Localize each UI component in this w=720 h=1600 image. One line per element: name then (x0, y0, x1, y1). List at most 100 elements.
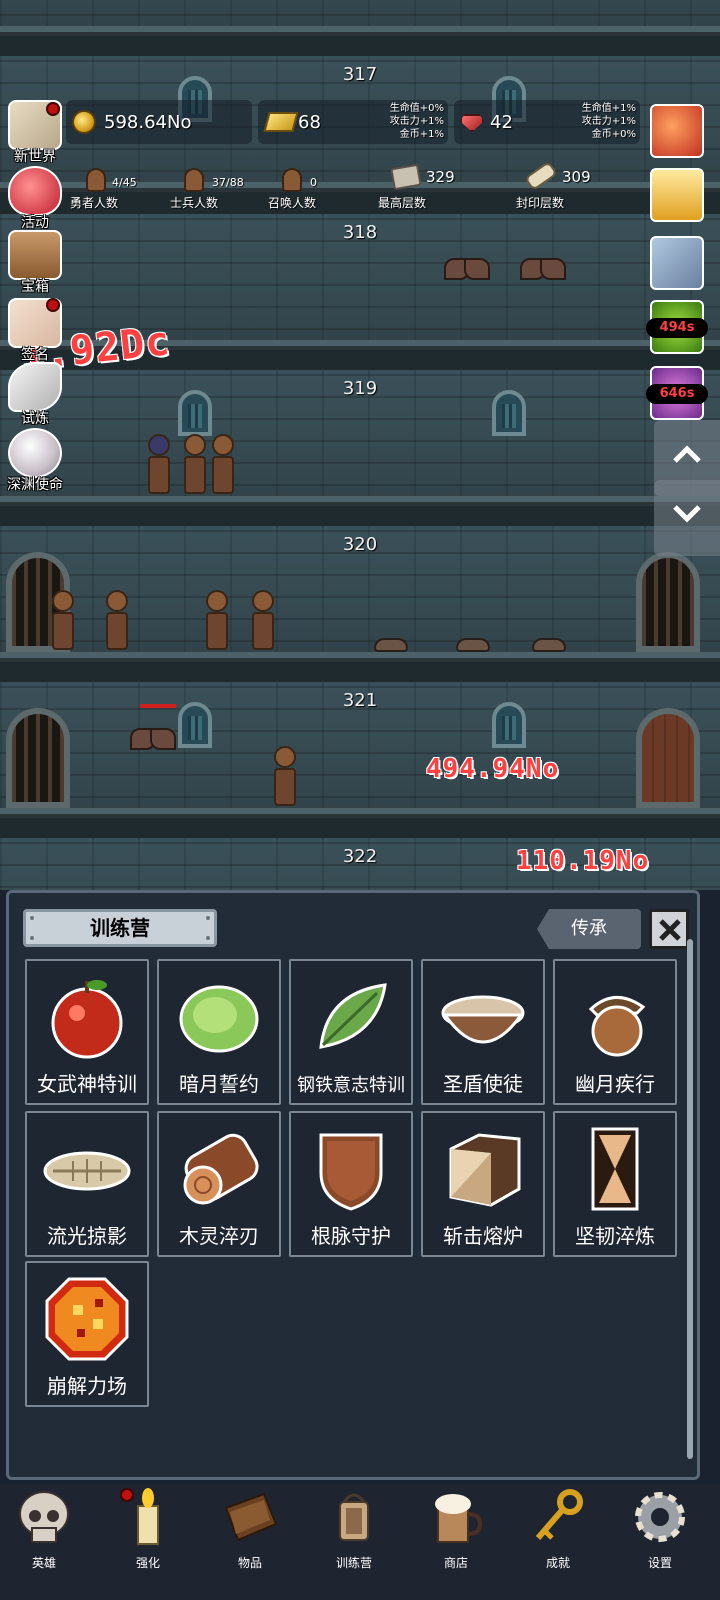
lantern-icon (339, 1493, 369, 1541)
floor-316 (0, 0, 720, 60)
menu-sign[interactable]: 签名 (0, 298, 70, 364)
training-name: 女武神特训 (37, 1072, 137, 1096)
fish-bone-icon (43, 1151, 131, 1191)
acorn-icon (588, 996, 646, 1057)
menu-trial[interactable]: 试炼 (0, 362, 70, 428)
inherit-button[interactable]: 传承 (537, 909, 641, 949)
nav-label: 英雄 (31, 1556, 56, 1570)
scroll-down-button[interactable] (654, 480, 720, 556)
bones (532, 638, 566, 652)
gold-bar-value: 68 (298, 112, 321, 133)
bat-enemy (444, 254, 490, 284)
training-name: 斩击熔炉 (443, 1224, 523, 1248)
training-name: 暗月誓约 (179, 1072, 259, 1096)
window (492, 702, 526, 748)
training-card[interactable]: 斩击熔炉 (421, 1111, 545, 1257)
sealed-floor-value: 309 (562, 168, 591, 186)
panel-scrollbar[interactable] (687, 939, 693, 1459)
menu-abyss-mission[interactable]: 深渊使命 (0, 428, 70, 494)
nav-hero[interactable]: 英雄 (0, 1488, 94, 1572)
training-card[interactable]: 木灵淬刃 (157, 1111, 281, 1257)
menu-chest[interactable]: 宝箱 (0, 230, 70, 296)
gold-bar-stat: 68 生命值+0% 攻击力+1% 金币+1% (258, 100, 448, 144)
gem-icon (460, 114, 484, 132)
door (636, 708, 700, 808)
training-card[interactable]: 流光掠影 (25, 1111, 149, 1257)
close-button[interactable] (649, 909, 689, 949)
key-icon (535, 1489, 583, 1540)
notification-dot (46, 298, 60, 312)
nav-label: 物品 (237, 1556, 262, 1570)
hero-mage (146, 434, 172, 496)
training-name: 木灵淬刃 (179, 1224, 259, 1248)
soldier-count-value: 37/88 (212, 176, 244, 189)
lava-orb-icon (45, 1277, 129, 1361)
apple-icon (51, 980, 123, 1059)
nav-enhance[interactable]: 强化 (98, 1488, 198, 1572)
training-card[interactable]: 暗月誓约 (157, 959, 281, 1105)
training-name: 圣盾使徒 (443, 1072, 523, 1096)
book-icon (224, 1492, 278, 1542)
green-buff-icon[interactable]: 494s (646, 300, 708, 354)
training-name: 崩解力场 (47, 1374, 127, 1398)
training-card[interactable]: 坚韧淬炼 (553, 1111, 677, 1257)
summon-count-label: 召唤人数 (268, 196, 317, 210)
heart-icon (8, 166, 62, 216)
cabbage-icon (179, 985, 259, 1053)
max-floor-label: 最高层数 (378, 196, 427, 210)
hero-soldier (210, 434, 236, 496)
training-name: 幽月疾行 (575, 1072, 655, 1096)
beer-icon (435, 1494, 483, 1543)
nav-label: 商店 (443, 1556, 468, 1570)
gem-stat: 42 生命值+1% 攻击力+1% 金币+0% (454, 100, 640, 144)
pearl-icon (8, 428, 62, 478)
bat-enemy (130, 724, 176, 754)
hero-count-value: 4/45 (112, 176, 137, 189)
panel-title: 训练营 (23, 909, 217, 947)
hero-soldier (182, 434, 208, 496)
menu-event[interactable]: 活动 (0, 166, 70, 232)
nav-training-camp[interactable]: 训练营 (304, 1488, 404, 1572)
nav-settings[interactable]: 设置 (610, 1488, 710, 1572)
window (178, 390, 212, 436)
training-card[interactable]: 根脉守护 (289, 1111, 413, 1257)
hero-soldier (250, 590, 276, 652)
close-icon (659, 919, 681, 941)
training-name: 根脉守护 (311, 1224, 391, 1248)
training-card[interactable]: 幽月疾行 (553, 959, 677, 1105)
door (6, 708, 70, 808)
hero-soldier (50, 590, 76, 652)
floor-321: 321 (0, 682, 720, 842)
apple-buff-icon[interactable] (650, 104, 704, 158)
nav-label: 训练营 (335, 1556, 372, 1570)
feather-icon (8, 362, 62, 412)
meat-buff-icon[interactable] (650, 236, 704, 290)
menu-new-world[interactable]: 新世界 (0, 100, 70, 166)
enemy-hp-bar (140, 704, 176, 708)
leaf-icon (319, 983, 387, 1049)
hero-soldier (204, 590, 230, 652)
floor-number: 319 (342, 378, 378, 399)
hero-count-label: 勇者人数 (70, 196, 119, 210)
floor-320: 320 (0, 526, 720, 686)
soldier-count-label: 士兵人数 (170, 196, 219, 210)
training-card[interactable]: 钢铁意志特训 (289, 959, 413, 1105)
coin-value: 598.64No (104, 112, 192, 133)
hero-soldier (104, 590, 130, 652)
nav-shop[interactable]: 商店 (406, 1488, 506, 1572)
hero-soldier (272, 746, 298, 808)
training-card[interactable]: 崩解力场 (25, 1261, 149, 1407)
training-card[interactable]: 女武神特训 (25, 959, 149, 1105)
bottom-navigation: 英雄 强化 物品 训练营 商店 成就 设置 (0, 1484, 720, 1600)
summon-count-value: 0 (310, 176, 317, 189)
nav-label: 成就 (545, 1556, 570, 1570)
nav-items[interactable]: 物品 (200, 1488, 300, 1572)
purple-buff-icon[interactable]: 646s (646, 366, 708, 420)
hero-count-icon (86, 168, 106, 192)
wood-block-icon (449, 1133, 521, 1207)
training-card[interactable]: 圣盾使徒 (421, 959, 545, 1105)
max-floor-value: 329 (426, 168, 455, 186)
chevron-down-icon (673, 505, 701, 523)
nav-achievement[interactable]: 成就 (508, 1488, 608, 1572)
candle-buff-icon[interactable] (650, 168, 704, 222)
